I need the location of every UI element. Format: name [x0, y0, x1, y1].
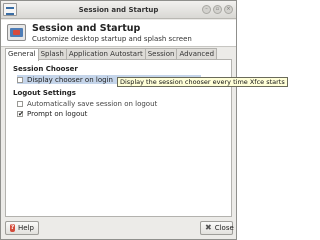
window-title: Session and Startup [78, 6, 159, 14]
help-button[interactable]: ? Help [5, 221, 39, 235]
help-icon: ? [10, 224, 16, 232]
maximize-icon[interactable]: ▫ [213, 5, 222, 14]
close-icon[interactable]: × [224, 5, 233, 14]
tab-general[interactable]: General [5, 48, 39, 61]
prompt-on-logout-checkbox[interactable]: ✔ [17, 110, 24, 117]
header-subtitle: Customize desktop startup and splash scr… [32, 35, 192, 43]
close-x-icon: ✖ [205, 223, 212, 232]
display-chooser-tooltip: Display the session chooser every time X… [117, 77, 288, 87]
minimize-icon[interactable]: – [202, 5, 211, 14]
prompt-on-logout-option[interactable]: ✔ Prompt on logout [17, 109, 87, 118]
help-button-label: Help [18, 224, 34, 232]
session-startup-window: Session and Startup – ▫ × Session and St… [0, 0, 237, 240]
header-divider [1, 46, 236, 47]
close-button[interactable]: ✖ Close [200, 221, 234, 235]
auto-save-option[interactable]: Automatically save session on logout [17, 99, 157, 108]
dialog-header: Session and Startup Customize desktop st… [1, 20, 236, 46]
session-startup-icon [7, 24, 26, 41]
close-button-label: Close [214, 224, 234, 232]
auto-save-checkbox[interactable] [17, 100, 23, 107]
display-chooser-label: Display chooser on login [27, 75, 113, 84]
prompt-on-logout-label: Prompt on logout [27, 109, 88, 118]
session-chooser-heading: Session Chooser [13, 65, 78, 73]
auto-save-label: Automatically save session on logout [27, 99, 158, 108]
window-controls: – ▫ × [202, 5, 233, 14]
logout-settings-heading: Logout Settings [13, 89, 76, 97]
header-title: Session and Startup [32, 23, 141, 34]
display-chooser-checkbox[interactable] [17, 76, 23, 83]
title-bar[interactable]: Session and Startup – ▫ × [1, 1, 236, 19]
